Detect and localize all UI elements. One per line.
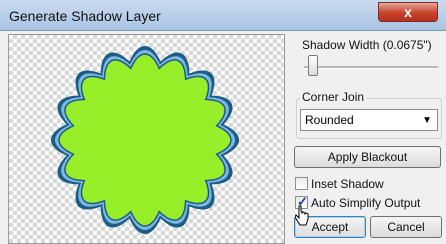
close-button[interactable]: x xyxy=(378,2,438,22)
corner-join-label: Corner Join xyxy=(300,90,367,104)
mouse-pointer-icon xyxy=(295,205,309,226)
preview-canvas xyxy=(51,46,239,234)
shadow-width-label: Shadow Width (0.0675") xyxy=(302,38,432,52)
shadow-width-slider-thumb[interactable] xyxy=(308,55,319,76)
auto-simplify-label: Auto Simplify Output xyxy=(311,196,421,210)
cancel-button[interactable]: Cancel xyxy=(370,216,442,238)
title-bar[interactable]: Generate Shadow Layer x xyxy=(0,0,446,31)
window-title: Generate Shadow Layer xyxy=(9,8,161,24)
shadow-width-slider-track[interactable] xyxy=(304,66,438,69)
generate-shadow-layer-dialog: Generate Shadow Layer x Shadow Width (0.… xyxy=(0,0,446,244)
close-icon: x xyxy=(404,4,412,20)
chevron-down-icon: ▼ xyxy=(422,115,432,126)
inset-shadow-label: Inset Shadow xyxy=(311,177,384,191)
corner-join-select[interactable]: Rounded ▼ xyxy=(300,109,438,131)
shadow-preview xyxy=(8,34,285,244)
inset-shadow-checkbox[interactable] xyxy=(295,177,308,190)
apply-blackout-button[interactable]: Apply Blackout xyxy=(294,146,441,168)
corner-join-selected-value: Rounded xyxy=(305,113,354,127)
scalloped-shape xyxy=(58,53,232,227)
